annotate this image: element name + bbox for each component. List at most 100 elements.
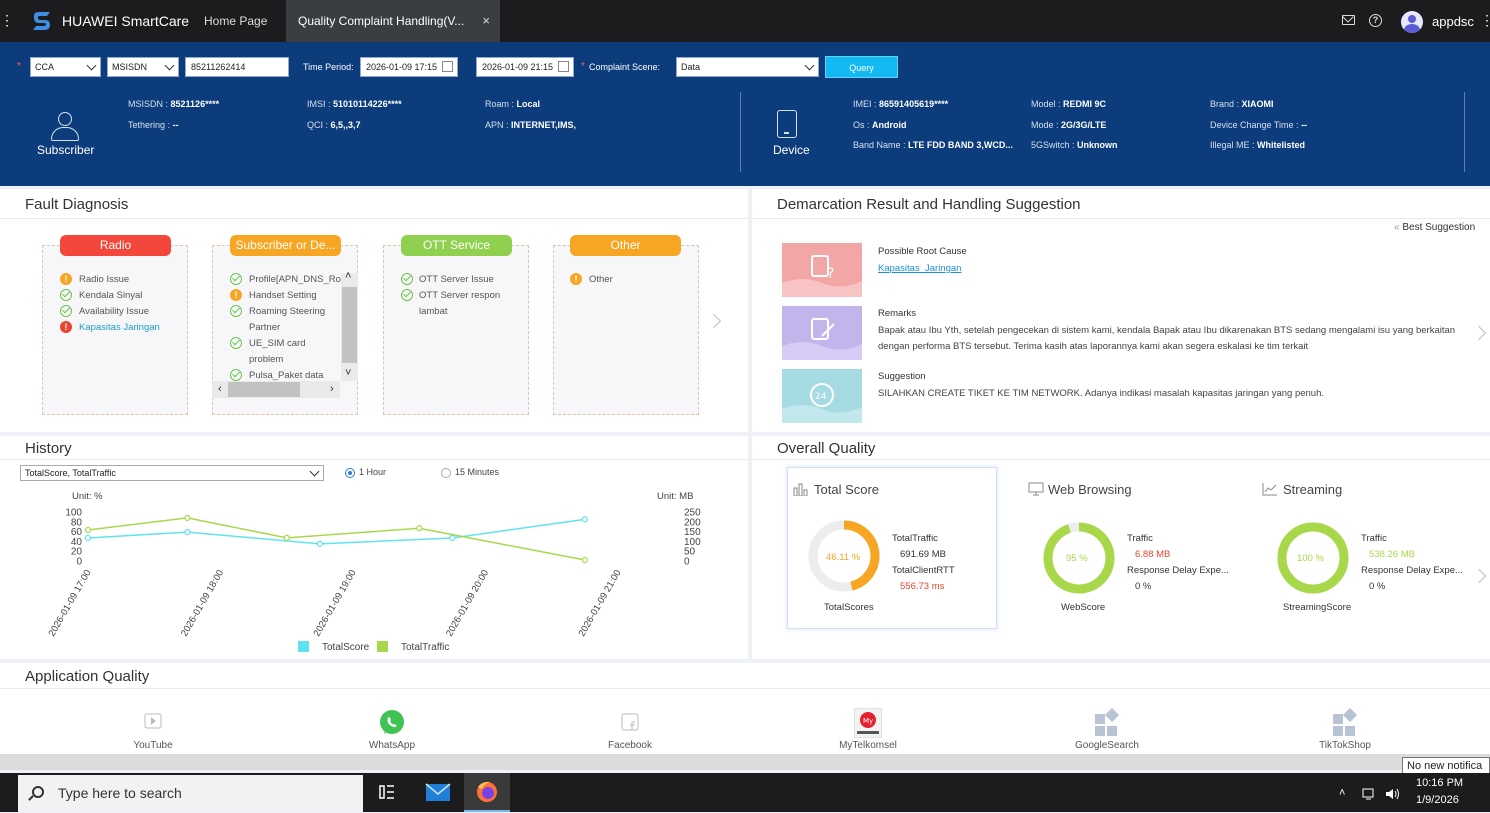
diag-item[interactable]: Roaming Steering [249,306,325,317]
diag-item[interactable]: Kapasitas Jaringan [79,322,160,333]
network-icon[interactable] [1362,788,1378,800]
y-tick-label-left: 0 [76,557,82,568]
pill-radio[interactable]: Radio [60,235,171,256]
query-header: * CCA MSISDN 85211262414 Time Period: 20… [0,42,1490,186]
y-tick-label-right: 150 [684,527,701,538]
pill-ott-service[interactable]: OTT Service [401,235,512,256]
required-marker: * [581,61,585,72]
pill-other[interactable]: Other [570,235,681,256]
vertical-scrollbar[interactable] [341,273,358,381]
app-tiktokshop[interactable]: TikTokShop [1295,708,1395,751]
complaint-scene-select[interactable]: Data [676,57,819,77]
device-label: Device [773,143,810,157]
taskbar-search-input[interactable]: Type here to search [18,775,363,812]
end-time-input[interactable]: 2026-01-09 21:15 [476,57,574,77]
pill-subscriber[interactable]: Subscriber or De... [230,235,341,256]
firefox-taskbar-button[interactable] [464,773,510,812]
calendar-icon[interactable] [558,61,569,72]
horizontal-scrollbar[interactable] [212,381,340,398]
best-suggestion-link[interactable]: « Best Suggestion [1394,222,1475,233]
radio-15-minutes[interactable] [441,468,451,478]
diag-item[interactable]: UE_SIM card [249,338,306,349]
web-score-label: WebScore [1061,602,1106,613]
total-score-title: Total Score [814,482,880,497]
start-time-input[interactable]: 2026-01-09 17:15 [360,57,458,77]
diag-item[interactable]: Availability Issue [79,306,149,317]
tab-quality-complaint-handling[interactable]: Quality Complaint Handling(V... × [286,0,500,42]
app-facebook[interactable]: Facebook [580,708,680,751]
total-rtt-label: TotalClientRTT [892,565,955,576]
svg-text:?: ? [827,266,834,282]
web-traffic-label: Traffic [1127,533,1153,544]
more-options-icon[interactable]: ⋮ [1480,12,1490,29]
clock-time[interactable]: 10:16 PM [1416,777,1463,789]
scroll-right-icon[interactable]: › [330,383,334,395]
overall-quality-title: Overall Quality [777,440,876,457]
diag-item[interactable]: Pulsa_Paket data [249,370,323,381]
close-tab-icon[interactable]: × [482,0,490,42]
tray-chevron-icon[interactable]: ˄ [1339,787,1345,799]
selector-2[interactable]: MSISDN [107,57,179,77]
app-googlesearch[interactable]: GoogleSearch [1057,708,1157,751]
history-metric-select[interactable]: TotalScore, TotalTraffic [20,465,324,481]
search-placeholder: Type here to search [58,785,182,801]
streaming-score-label: StreamingScore [1283,602,1352,613]
mail-icon[interactable] [1342,15,1355,25]
legend-label: TotalScore [322,642,370,653]
scroll-left-icon[interactable]: ‹ [218,383,222,395]
diag-item[interactable]: OTT Server respon [419,290,505,301]
scroll-down-icon[interactable]: ˅ [345,367,351,379]
diag-item[interactable]: Profile[APN_DNS_Ro [249,274,341,285]
avatar[interactable] [1401,11,1423,33]
diag-item[interactable]: OTT Server Issue [419,274,494,285]
username[interactable]: appdsc [1432,14,1474,29]
suggestion-image: 24 [782,369,862,423]
tab-home-page[interactable]: Home Page [192,0,282,42]
help-icon[interactable]: ? [1369,14,1382,27]
diag-item[interactable]: Handset Setting [249,290,317,301]
diag-item[interactable]: Radio Issue [79,274,129,285]
diag-item[interactable]: Other [589,274,613,285]
y-axis-label-left: Unit: % [72,491,103,502]
remarks-label: Remarks [878,308,917,319]
series-line-totaltraffic [87,517,586,561]
y-tick-label-left: 100 [65,508,82,519]
subscriber-label: Subscriber [37,143,95,157]
calendar-icon[interactable] [442,61,453,72]
msisdn-input[interactable]: 85211262414 [185,57,289,77]
selector-1-value: CCA [35,62,55,72]
time-period-label: Time Period: [303,62,354,72]
scroll-up-icon[interactable]: ˄ [345,270,351,282]
page-scrollbar[interactable] [0,754,1490,770]
streaming-delay-label: Response Delay Expe... [1361,565,1463,576]
y-tick-label-right: 50 [684,547,696,558]
web-browsing-title: Web Browsing [1048,482,1132,497]
task-view-icon[interactable] [364,773,410,812]
info-illegal-me: Illegal ME : Whitelisted [1210,140,1306,150]
radio-1-hour-label[interactable]: 1 Hour [359,467,386,477]
diag-item[interactable]: Kendala Sinyal [79,290,142,301]
radio-1-hour[interactable] [345,468,355,478]
data-point [84,534,92,542]
mail-app-icon[interactable] [415,773,461,812]
app-label: MyTelkomsel [839,740,897,751]
menu-icon[interactable]: ⋮ [0,12,14,28]
query-button[interactable]: Query [825,56,898,78]
complaint-scene-label: Complaint Scene: [589,62,661,72]
scrollbar-thumb[interactable] [342,287,357,363]
volume-icon[interactable] [1385,788,1401,800]
application-quality-title: Application Quality [25,668,150,685]
start-button[interactable] [0,773,18,812]
scrollbar-thumb[interactable] [228,382,300,397]
header-divider [1464,92,1465,172]
app-whatsapp[interactable]: WhatsApp [342,708,442,751]
app-youtube[interactable]: YouTube [103,708,203,751]
app-mytelkomsel[interactable]: My MyTelkomsel [818,708,918,751]
data-point [449,534,456,542]
radio-15-minutes-label[interactable]: 15 Minutes [455,467,499,477]
clock-date[interactable]: 1/9/2026 [1416,794,1459,806]
selector-1[interactable]: CCA [30,57,101,77]
streaming-delay-value: 0 % [1369,581,1386,592]
warning-icon: ! [60,273,72,285]
root-cause-link[interactable]: Kapasitas_Jaringan [878,263,961,274]
